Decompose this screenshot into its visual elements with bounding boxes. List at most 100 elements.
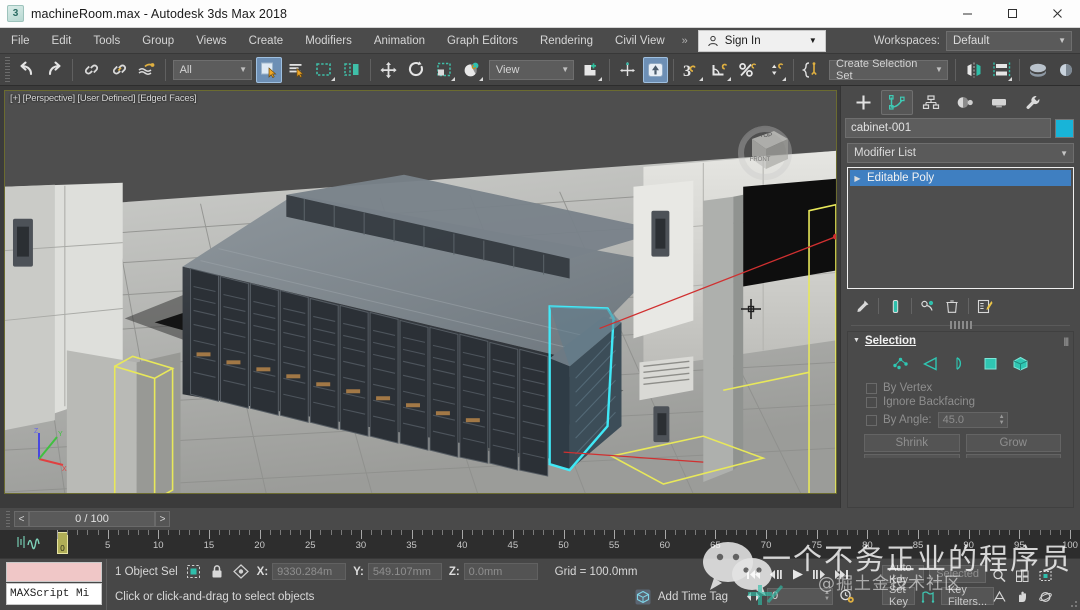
window-crossing-button[interactable]: [339, 57, 365, 83]
shrink-button[interactable]: Shrink: [864, 434, 960, 452]
transform-type-in-icon[interactable]: [233, 563, 250, 580]
hierarchy-tab[interactable]: [915, 90, 947, 115]
show-end-result-button[interactable]: [884, 296, 906, 316]
previous-frame-arrow[interactable]: <: [14, 511, 29, 527]
menu-civil-view[interactable]: Civil View: [604, 28, 676, 54]
spinner-arrows-icon[interactable]: ▲ ▼: [824, 590, 830, 602]
previous-frame-button[interactable]: [766, 565, 785, 584]
menu-overflow-chevron[interactable]: »: [676, 35, 694, 47]
coord-x-value[interactable]: 9330.284m: [272, 563, 347, 581]
use-axis-constraints-button[interactable]: [615, 57, 641, 83]
select-by-name-button[interactable]: [284, 57, 310, 83]
menu-group[interactable]: Group: [131, 28, 185, 54]
mirror-button[interactable]: [961, 57, 987, 83]
redo-button[interactable]: [42, 57, 68, 83]
toolbar-grip[interactable]: [5, 56, 10, 83]
percent-snap-toggle-button[interactable]: [735, 57, 761, 83]
by-vertex-checkbox[interactable]: [866, 382, 877, 394]
menu-tools[interactable]: Tools: [82, 28, 131, 54]
go-to-end-button[interactable]: [832, 565, 851, 584]
selection-rollout-header[interactable]: ▼ Selection |||: [848, 332, 1073, 349]
by-angle-checkbox[interactable]: [866, 414, 877, 426]
next-frame-arrow[interactable]: >: [155, 511, 170, 527]
current-frame-field[interactable]: 0 ▲ ▼: [767, 587, 833, 605]
modify-tab[interactable]: [881, 90, 913, 115]
rectangular-selection-region-button[interactable]: [311, 57, 337, 83]
selected-button[interactable]: Selected: [929, 565, 986, 583]
spinner-snap-toggle-button[interactable]: [763, 57, 789, 83]
remove-modifier-button[interactable]: [941, 296, 963, 316]
grow-button[interactable]: Grow: [965, 434, 1061, 452]
set-key-button[interactable]: Set Key: [882, 584, 915, 608]
window-resize-grip[interactable]: [1068, 598, 1078, 608]
unlink-selection-button[interactable]: [106, 57, 132, 83]
set-key-mode-button[interactable]: [920, 587, 936, 606]
chevron-right-icon[interactable]: ▶: [852, 174, 863, 183]
workspaces-select[interactable]: Default ▼: [946, 30, 1072, 51]
track-view-icon[interactable]: [16, 534, 42, 550]
coord-z[interactable]: Z: 0.0mm: [449, 563, 538, 581]
orbit-button[interactable]: [1034, 586, 1057, 607]
modifier-stack-item-editable-poly[interactable]: ▶ Editable Poly: [850, 170, 1071, 186]
object-name-field[interactable]: cabinet-001: [845, 118, 1051, 138]
select-object-button[interactable]: [255, 56, 282, 83]
ignore-backfacing-checkbox[interactable]: [866, 396, 877, 408]
reference-coordinate-dropdown[interactable]: View ▼: [488, 59, 575, 80]
selection-filter-dropdown[interactable]: All ▼: [172, 59, 252, 80]
track-bar[interactable]: 0 5 10 15 20 25 30 35 40 45 50 55 60 65 70 75 80 85 90 95 1…: [0, 530, 1080, 558]
key-mode-toggle-button[interactable]: [744, 587, 763, 606]
material-editor-button[interactable]: [1053, 57, 1079, 83]
use-pivot-point-center-button[interactable]: [578, 57, 604, 83]
display-tab[interactable]: [983, 90, 1015, 115]
spinner-arrows-icon[interactable]: ▲ ▼: [999, 414, 1005, 426]
auto-key-button[interactable]: Auto Key: [882, 562, 925, 586]
by-angle-spinner[interactable]: 45.0 ▲ ▼: [937, 412, 1008, 428]
minimize-button[interactable]: [945, 0, 990, 28]
menu-views[interactable]: Views: [185, 28, 237, 54]
create-selection-set-dropdown[interactable]: Create Selection Set ▼: [829, 58, 948, 82]
edit-named-selection-sets-button[interactable]: [799, 57, 825, 83]
undo-button[interactable]: [14, 57, 40, 83]
layer-explorer-button[interactable]: [1025, 57, 1051, 83]
select-and-link-button[interactable]: [78, 57, 104, 83]
by-angle-row[interactable]: By Angle: 45.0 ▲ ▼: [848, 409, 1073, 429]
menu-graph-editors[interactable]: Graph Editors: [436, 28, 529, 54]
loop-button[interactable]: [965, 454, 1061, 458]
object-color-swatch[interactable]: [1055, 118, 1074, 138]
menu-file[interactable]: File: [0, 28, 41, 54]
angle-snap-toggle-button[interactable]: 3: [679, 57, 705, 83]
polygon-level-button[interactable]: [980, 354, 1001, 373]
zoom-button[interactable]: [988, 565, 1011, 586]
go-to-start-button[interactable]: [744, 565, 763, 584]
menu-modifiers[interactable]: Modifiers: [294, 28, 363, 54]
perspective-viewport[interactable]: [+] [Perspective] [User Defined] [Edged …: [4, 90, 837, 494]
select-and-scale-button[interactable]: [431, 57, 457, 83]
edge-level-button[interactable]: [920, 354, 941, 373]
viewport-label[interactable]: [+] [Perspective] [User Defined] [Edged …: [10, 93, 197, 104]
select-and-rotate-button[interactable]: [404, 57, 430, 83]
time-tag-icon[interactable]: [635, 589, 652, 606]
configure-modifier-sets-button[interactable]: [974, 296, 996, 316]
modifier-stack[interactable]: ▶ Editable Poly: [847, 167, 1074, 289]
menu-create[interactable]: Create: [238, 28, 295, 54]
maxscript-listener-input[interactable]: MAXScript Mi: [6, 583, 102, 605]
motion-tab[interactable]: [949, 90, 981, 115]
selection-lock-icon[interactable]: [209, 563, 226, 580]
maxscript-listener-output[interactable]: [6, 562, 102, 582]
make-unique-button[interactable]: [917, 296, 939, 316]
ignore-backfacing-row[interactable]: Ignore Backfacing: [848, 395, 1073, 409]
modifier-list-dropdown[interactable]: Modifier List ▼: [847, 143, 1074, 163]
element-level-button[interactable]: [1010, 354, 1031, 373]
menu-rendering[interactable]: Rendering: [529, 28, 604, 54]
time-configuration-button[interactable]: [837, 587, 856, 606]
utilities-tab[interactable]: [1017, 90, 1049, 115]
maximize-button[interactable]: [990, 0, 1035, 28]
maxscript-listener[interactable]: MAXScript Mi: [0, 559, 106, 610]
coord-z-value[interactable]: 0.0mm: [463, 563, 538, 581]
next-frame-button[interactable]: [810, 565, 829, 584]
menu-animation[interactable]: Animation: [363, 28, 436, 54]
close-button[interactable]: [1035, 0, 1080, 28]
add-time-tag[interactable]: Add Time Tag: [635, 589, 728, 606]
viewcube[interactable]: TOP FRONT: [730, 117, 800, 187]
time-slider-handle[interactable]: 0: [57, 532, 68, 554]
